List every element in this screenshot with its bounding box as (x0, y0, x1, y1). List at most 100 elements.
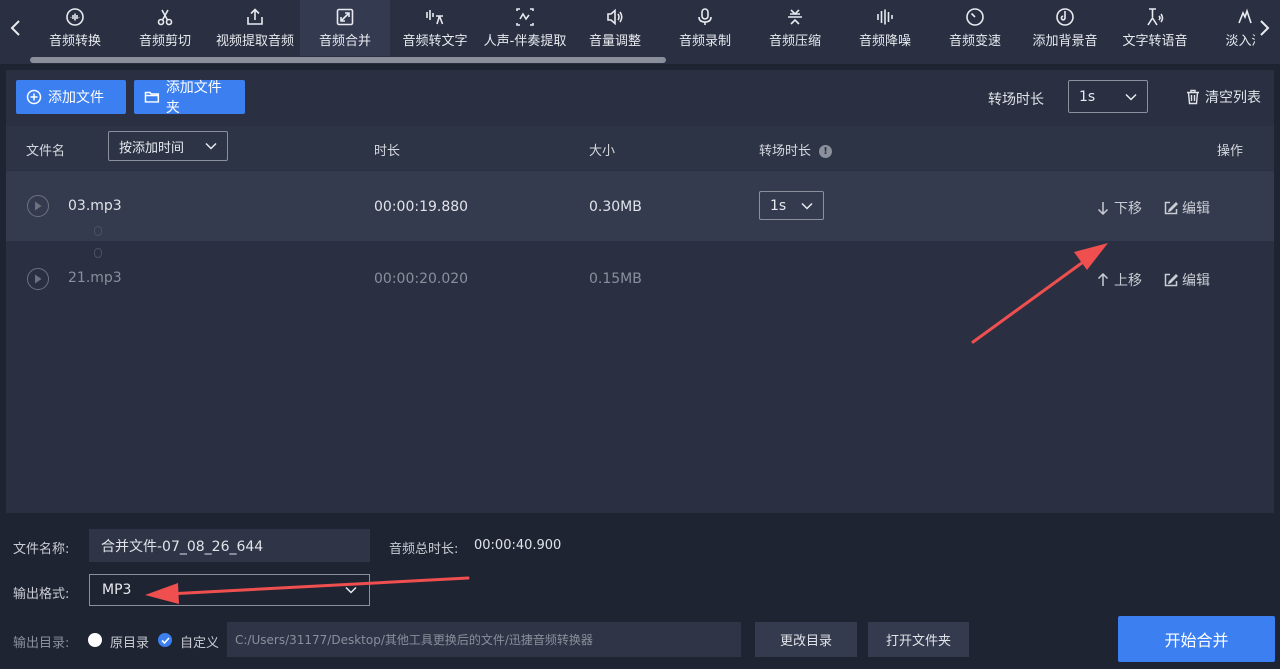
output-format-value: MP3 (102, 582, 132, 598)
toolbar-scrollbar-thumb[interactable] (30, 57, 666, 63)
edit-button[interactable]: 编辑 (1164, 270, 1210, 290)
audio-to-text-icon (424, 6, 446, 28)
scroll-right-arrow-icon[interactable] (1250, 0, 1280, 56)
output-dir-label: 输出目录: (13, 636, 70, 651)
chevron-down-icon (345, 586, 357, 594)
col-duration: 时长 (374, 144, 401, 159)
col-transition-label: 转场时长 (759, 144, 812, 159)
tab-label: 音频转换 (48, 34, 101, 49)
tab-label: 音频降噪 (858, 34, 911, 49)
music-disc-icon (1054, 6, 1076, 28)
tab-compress[interactable]: 音频压缩 (750, 0, 840, 56)
tab-audio-convert[interactable]: 音频转换 (30, 0, 120, 56)
move-down-label: 下移 (1114, 201, 1142, 217)
merge-icon (334, 6, 356, 28)
row-size: 0.30MB (589, 199, 642, 215)
table-row[interactable]: 21.mp3 00:00:20.020 0.15MB 上移 编辑 (6, 244, 1274, 314)
tab-fade[interactable]: 淡入淡 (1200, 0, 1255, 56)
arrow-down-icon (1097, 202, 1109, 215)
output-format-label: 输出格式: (13, 587, 70, 602)
col-transition: 转场时长! (759, 140, 833, 159)
tab-label: 音频压缩 (768, 34, 821, 49)
tab-label: 音频合并 (318, 34, 371, 49)
upload-icon (244, 6, 266, 28)
row-transition-value: 1s (770, 197, 787, 214)
change-dir-label: 更改目录 (779, 634, 832, 649)
tab-waveform[interactable]: 音频降噪 (840, 0, 930, 56)
folder-icon (144, 91, 160, 103)
toolbar-scrollbar[interactable] (30, 56, 1255, 64)
move-up-label: 上移 (1114, 273, 1142, 289)
vocal-extract-icon (514, 6, 536, 28)
chevron-down-icon (205, 142, 217, 150)
row-transition-select[interactable]: 1s (759, 191, 824, 220)
tab-label: 音频转文字 (402, 34, 468, 49)
edit-icon (1164, 201, 1178, 215)
tab-text-to-speech[interactable]: 文字转语音 (1110, 0, 1200, 56)
clear-list-button[interactable]: 清空列表 (1186, 87, 1261, 107)
tab-label: 添加背景音 (1032, 34, 1098, 49)
tab-audio-to-text[interactable]: 音频转文字 (390, 0, 480, 56)
compress-icon (784, 6, 806, 28)
scroll-left-arrow-icon[interactable] (0, 0, 30, 56)
col-size: 大小 (589, 144, 616, 159)
row-duration: 00:00:19.880 (374, 199, 469, 215)
tab-microphone[interactable]: 音频录制 (660, 0, 750, 56)
edit-button[interactable]: 编辑 (1164, 198, 1210, 218)
tab-label: 音频变速 (948, 34, 1001, 49)
file-list-panel: 添加文件 添加文件夹 转场时长 1s 清空列表 文件名 按添加时间 时长 大小 … (6, 70, 1274, 513)
row-size: 0.15MB (589, 271, 642, 287)
sort-select[interactable]: 按添加时间 (108, 131, 228, 161)
add-folder-label: 添加文件夹 (165, 80, 222, 116)
tab-music-disc[interactable]: 添加背景音 (1020, 0, 1110, 56)
row-filename: 03.mp3 (68, 198, 122, 214)
total-duration-label: 音频总时长: (389, 542, 459, 557)
trash-icon (1187, 89, 1199, 105)
edit-label: 编辑 (1182, 201, 1210, 217)
add-file-label: 添加文件 (48, 90, 104, 106)
open-folder-button[interactable]: 打开文件夹 (868, 622, 969, 657)
table-header: 文件名 按添加时间 时长 大小 转场时长! 操作 (6, 126, 1274, 170)
radio-custom-dir[interactable] (158, 633, 172, 647)
output-filename-input[interactable]: 合并文件-07_08_26_644 (89, 529, 370, 562)
table-row[interactable]: 03.mp3 00:00:19.880 0.30MB 1s 下移 编辑 (6, 171, 1274, 241)
tab-speed[interactable]: 音频变速 (930, 0, 1020, 56)
add-file-button[interactable]: 添加文件 (16, 80, 126, 114)
info-icon[interactable]: ! (819, 145, 833, 158)
add-folder-button[interactable]: 添加文件夹 (134, 80, 245, 116)
move-down-button[interactable]: 下移 (1096, 198, 1142, 218)
output-path-value: C:/Users/31177/Desktop/其他工具更换后的文件/迅捷音频转换… (235, 633, 593, 647)
transition-duration-value: 1s (1079, 88, 1096, 105)
open-folder-label: 打开文件夹 (885, 634, 951, 649)
output-path-field[interactable]: C:/Users/31177/Desktop/其他工具更换后的文件/迅捷音频转换… (227, 622, 741, 657)
tab-scissors[interactable]: 音频剪切 (120, 0, 210, 56)
play-icon[interactable] (27, 268, 49, 290)
top-toolbar: 音频转换 音频剪切 视频提取音频 音频合并 音频转文字 人声-伴奏提取 音量调整 音频录制 音频… (0, 0, 1280, 64)
text-to-speech-icon (1144, 6, 1166, 28)
play-icon[interactable] (27, 195, 49, 217)
tab-label: 视频提取音频 (215, 34, 294, 49)
change-dir-button[interactable]: 更改目录 (755, 622, 857, 657)
start-merge-button[interactable]: 开始合并 (1118, 616, 1275, 662)
radio-custom-label: 自定义 (180, 636, 220, 651)
output-format-select[interactable]: MP3 (89, 574, 370, 606)
tab-vocal-extract[interactable]: 人声-伴奏提取 (480, 0, 570, 56)
start-merge-label: 开始合并 (1164, 631, 1229, 650)
total-duration-value: 00:00:40.900 (474, 538, 562, 553)
clear-list-label: 清空列表 (1205, 90, 1261, 106)
edit-label: 编辑 (1182, 273, 1210, 289)
radio-original-dir[interactable] (88, 633, 102, 647)
transition-duration-select[interactable]: 1s (1068, 80, 1148, 113)
edit-icon (1164, 273, 1178, 287)
scissors-icon (154, 6, 176, 28)
tab-upload[interactable]: 视频提取音频 (210, 0, 300, 56)
speed-icon (964, 6, 986, 28)
tab-label: 音频录制 (678, 34, 731, 49)
tab-label: 人声-伴奏提取 (483, 34, 567, 49)
microphone-icon (694, 6, 716, 28)
tab-merge[interactable]: 音频合并 (300, 0, 390, 56)
row-filename: 21.mp3 (68, 270, 122, 286)
tab-speaker[interactable]: 音量调整 (570, 0, 660, 56)
waveform-icon (874, 6, 896, 28)
move-up-button[interactable]: 上移 (1096, 270, 1142, 290)
